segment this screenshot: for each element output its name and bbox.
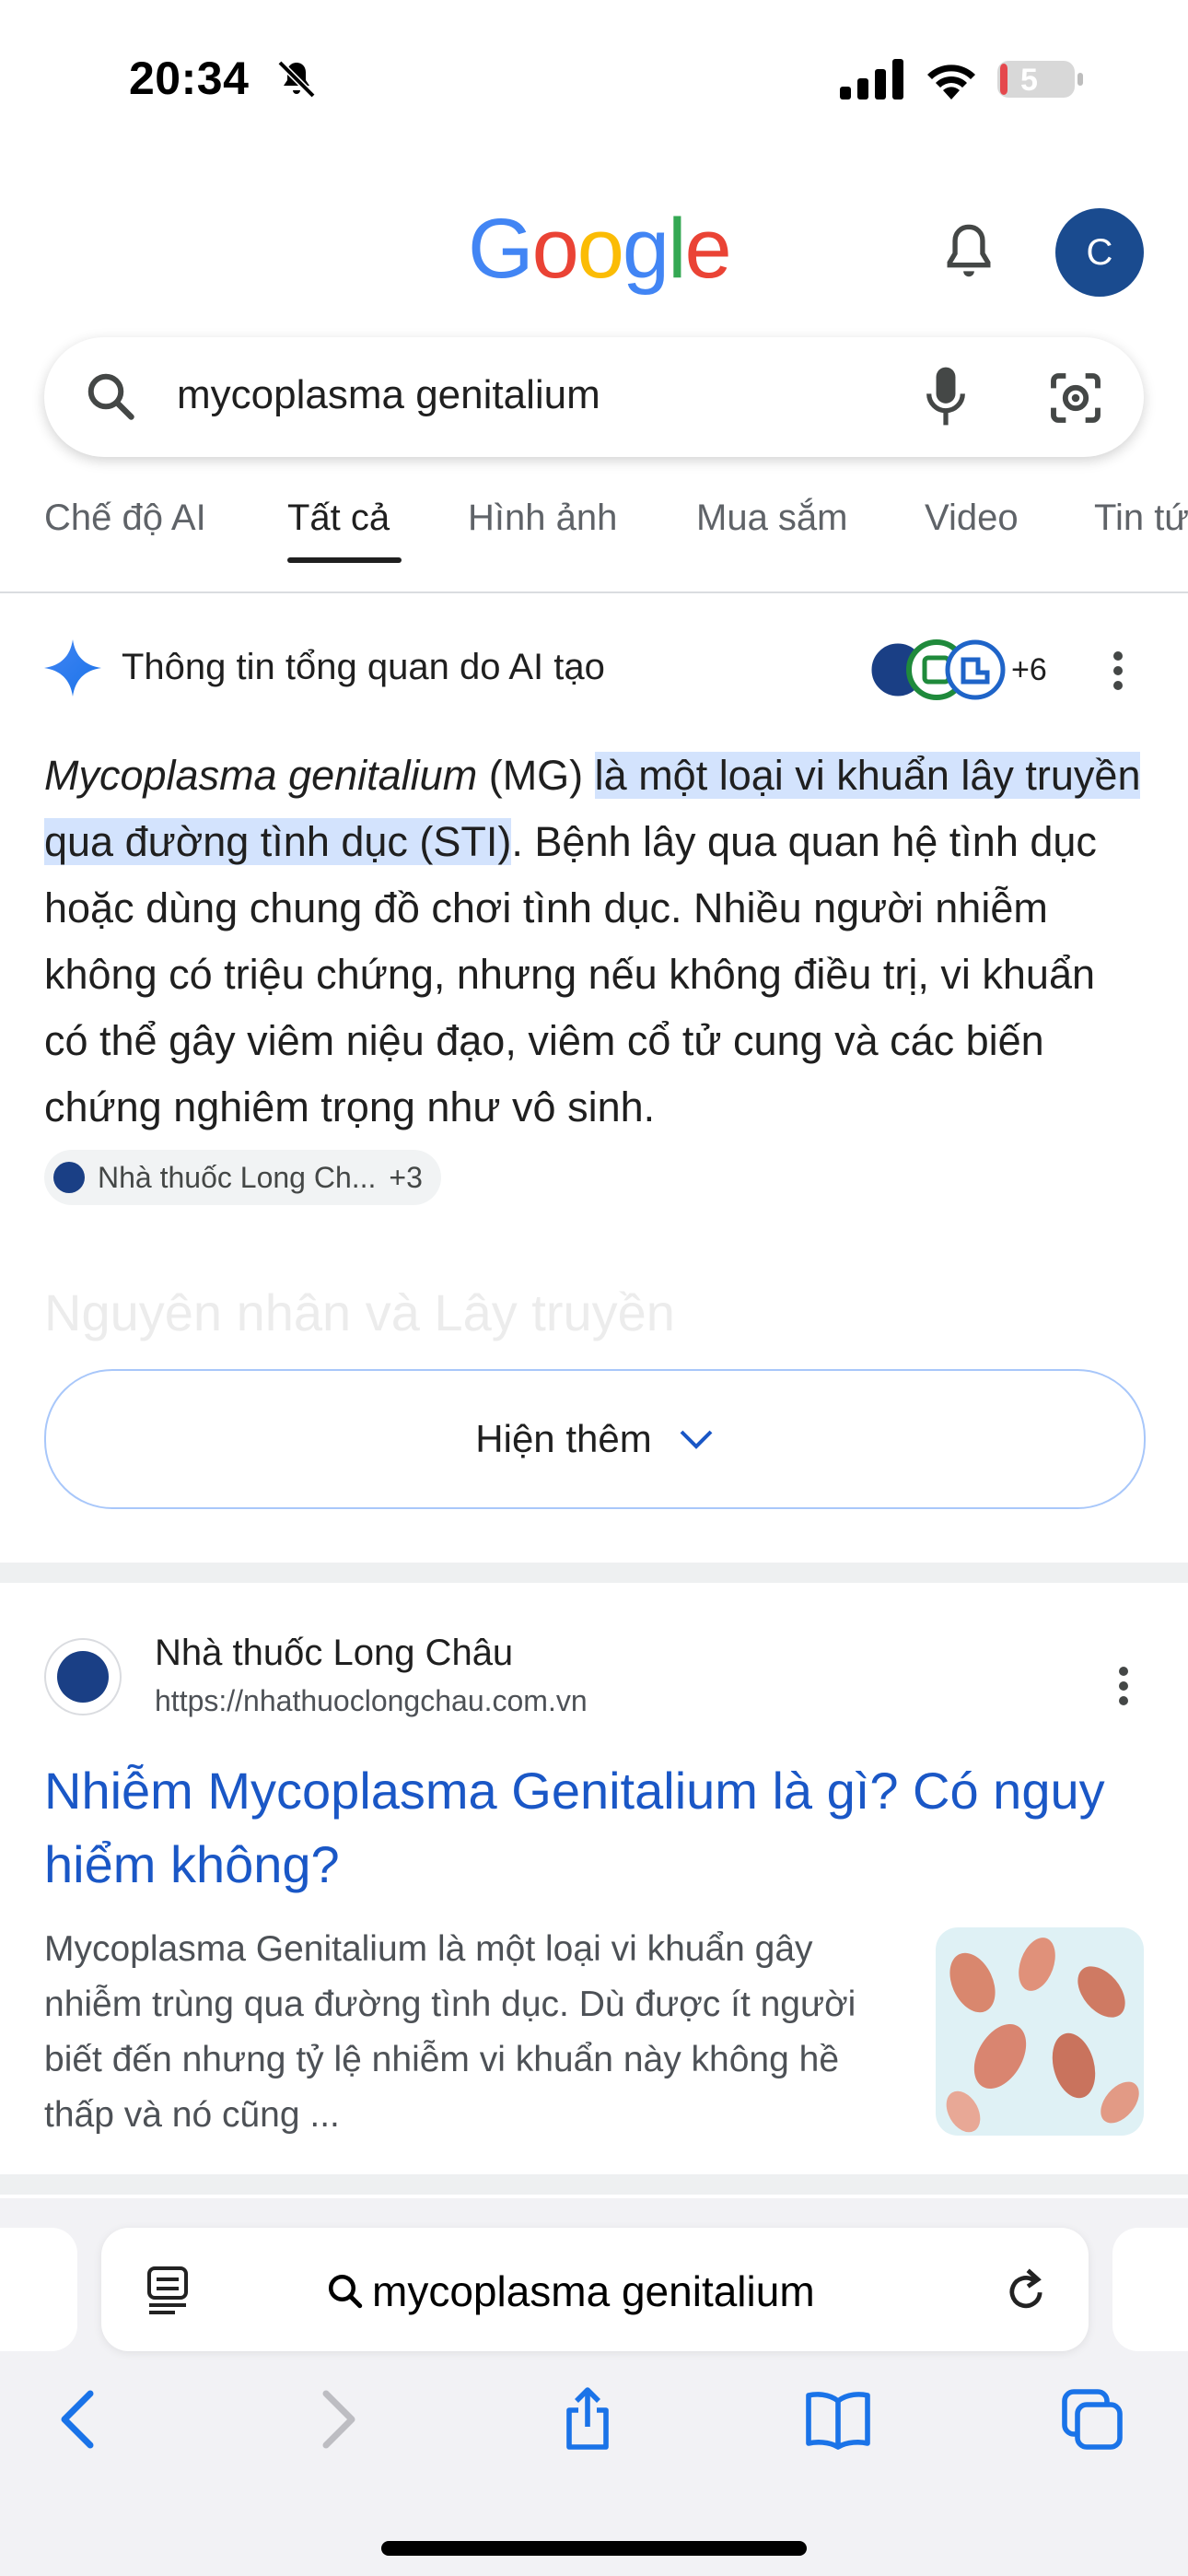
logo-letter: o bbox=[531, 202, 579, 296]
microphone-icon[interactable] bbox=[921, 365, 971, 427]
search-icon bbox=[87, 373, 134, 420]
wifi-icon bbox=[927, 64, 975, 100]
battery-level: 5 bbox=[1020, 63, 1038, 98]
source-chip-label: Nhà thuốc Long Ch... bbox=[98, 1160, 377, 1194]
bookmarks-icon[interactable] bbox=[803, 2386, 873, 2453]
result-snippet: Mycoplasma Genitalium là một loại vi khu… bbox=[44, 1929, 856, 2135]
search-input[interactable]: mycoplasma genitalium bbox=[177, 372, 600, 418]
tab-ai-mode[interactable]: Chế độ AI bbox=[44, 498, 206, 539]
logo-letter: e bbox=[684, 202, 732, 296]
previous-tab-pill[interactable] bbox=[0, 2228, 77, 2351]
google-logo[interactable]: Google bbox=[468, 201, 732, 298]
page-menu-icon[interactable] bbox=[144, 2265, 192, 2316]
battery-indicator: 5 bbox=[996, 57, 1085, 101]
sources-more-count[interactable]: +6 bbox=[1011, 652, 1047, 688]
source-chip[interactable]: Nhà thuốc Long Ch... +3 bbox=[44, 1150, 441, 1205]
logo-letter: g bbox=[622, 202, 670, 296]
show-more-label: Hiện thêm bbox=[475, 1417, 652, 1460]
tab-images[interactable]: Hình ảnh bbox=[468, 498, 617, 539]
source-favicons[interactable] bbox=[868, 639, 1006, 700]
account-avatar[interactable]: C bbox=[1055, 208, 1144, 297]
site-favicon[interactable] bbox=[44, 1638, 122, 1715]
tab-shopping[interactable]: Mua sắm bbox=[696, 498, 848, 539]
favicon-logo bbox=[57, 1651, 109, 1703]
show-more-button[interactable]: Hiện thêm bbox=[44, 1369, 1146, 1509]
tabs-overview-icon[interactable] bbox=[1059, 2386, 1125, 2453]
source-chip-favicon bbox=[53, 1162, 85, 1193]
ai-sparkle-icon bbox=[44, 639, 101, 697]
back-icon[interactable] bbox=[50, 2386, 109, 2453]
result-url[interactable]: https://nhathuoclongchau.com.vn bbox=[155, 1684, 588, 1718]
section-separator bbox=[0, 1563, 1188, 1583]
chevron-down-icon bbox=[680, 1430, 713, 1449]
notifications-bell-icon[interactable] bbox=[939, 219, 998, 284]
logo-letter: o bbox=[577, 202, 624, 296]
logo-letter: l bbox=[668, 202, 687, 296]
result-site-name[interactable]: Nhà thuốc Long Châu bbox=[155, 1633, 513, 1674]
address-bar-text[interactable]: mycoplasma genitalium bbox=[372, 2266, 815, 2316]
tab-video[interactable]: Video bbox=[925, 498, 1019, 539]
ai-overview-more-icon[interactable] bbox=[1112, 649, 1124, 693]
ai-overview-text: Mycoplasma genitalium (MG) là một loại v… bbox=[44, 743, 1149, 1141]
search-icon bbox=[328, 2274, 363, 2309]
tab-news[interactable]: Tin tứ bbox=[1094, 498, 1188, 539]
forward-icon[interactable] bbox=[308, 2386, 367, 2453]
faded-section-heading: Nguyên nhân và Lây truyền bbox=[44, 1283, 675, 1341]
ai-term: Mycoplasma genitalium bbox=[44, 752, 478, 799]
logo-letter: G bbox=[468, 202, 534, 296]
tab-all[interactable]: Tất cả bbox=[287, 498, 390, 539]
tabs-divider bbox=[0, 591, 1188, 593]
section-separator bbox=[0, 2174, 1188, 2195]
reload-icon[interactable] bbox=[1002, 2263, 1050, 2318]
cellular-signal-icon bbox=[840, 59, 903, 100]
home-indicator[interactable] bbox=[381, 2541, 807, 2556]
source-chip-more: +3 bbox=[389, 1160, 423, 1194]
next-tab-pill[interactable] bbox=[1112, 2228, 1188, 2351]
ai-overview-title: Thông tin tổng quan do AI tạo bbox=[122, 647, 605, 687]
share-icon[interactable] bbox=[558, 2386, 617, 2453]
bell-off-icon bbox=[277, 60, 316, 99]
result-title-link[interactable]: Nhiễm Mycoplasma Genitalium là gì? Có ng… bbox=[44, 1754, 1112, 1902]
battery-icon bbox=[997, 61, 1083, 98]
result-thumbnail-image[interactable] bbox=[936, 1927, 1144, 2136]
active-tab-indicator bbox=[287, 557, 402, 563]
ai-abbr: (MG) bbox=[477, 752, 595, 799]
google-lens-icon[interactable] bbox=[1046, 369, 1105, 427]
status-time: 20:34 bbox=[129, 53, 250, 104]
result-more-icon[interactable] bbox=[1118, 1664, 1129, 1708]
